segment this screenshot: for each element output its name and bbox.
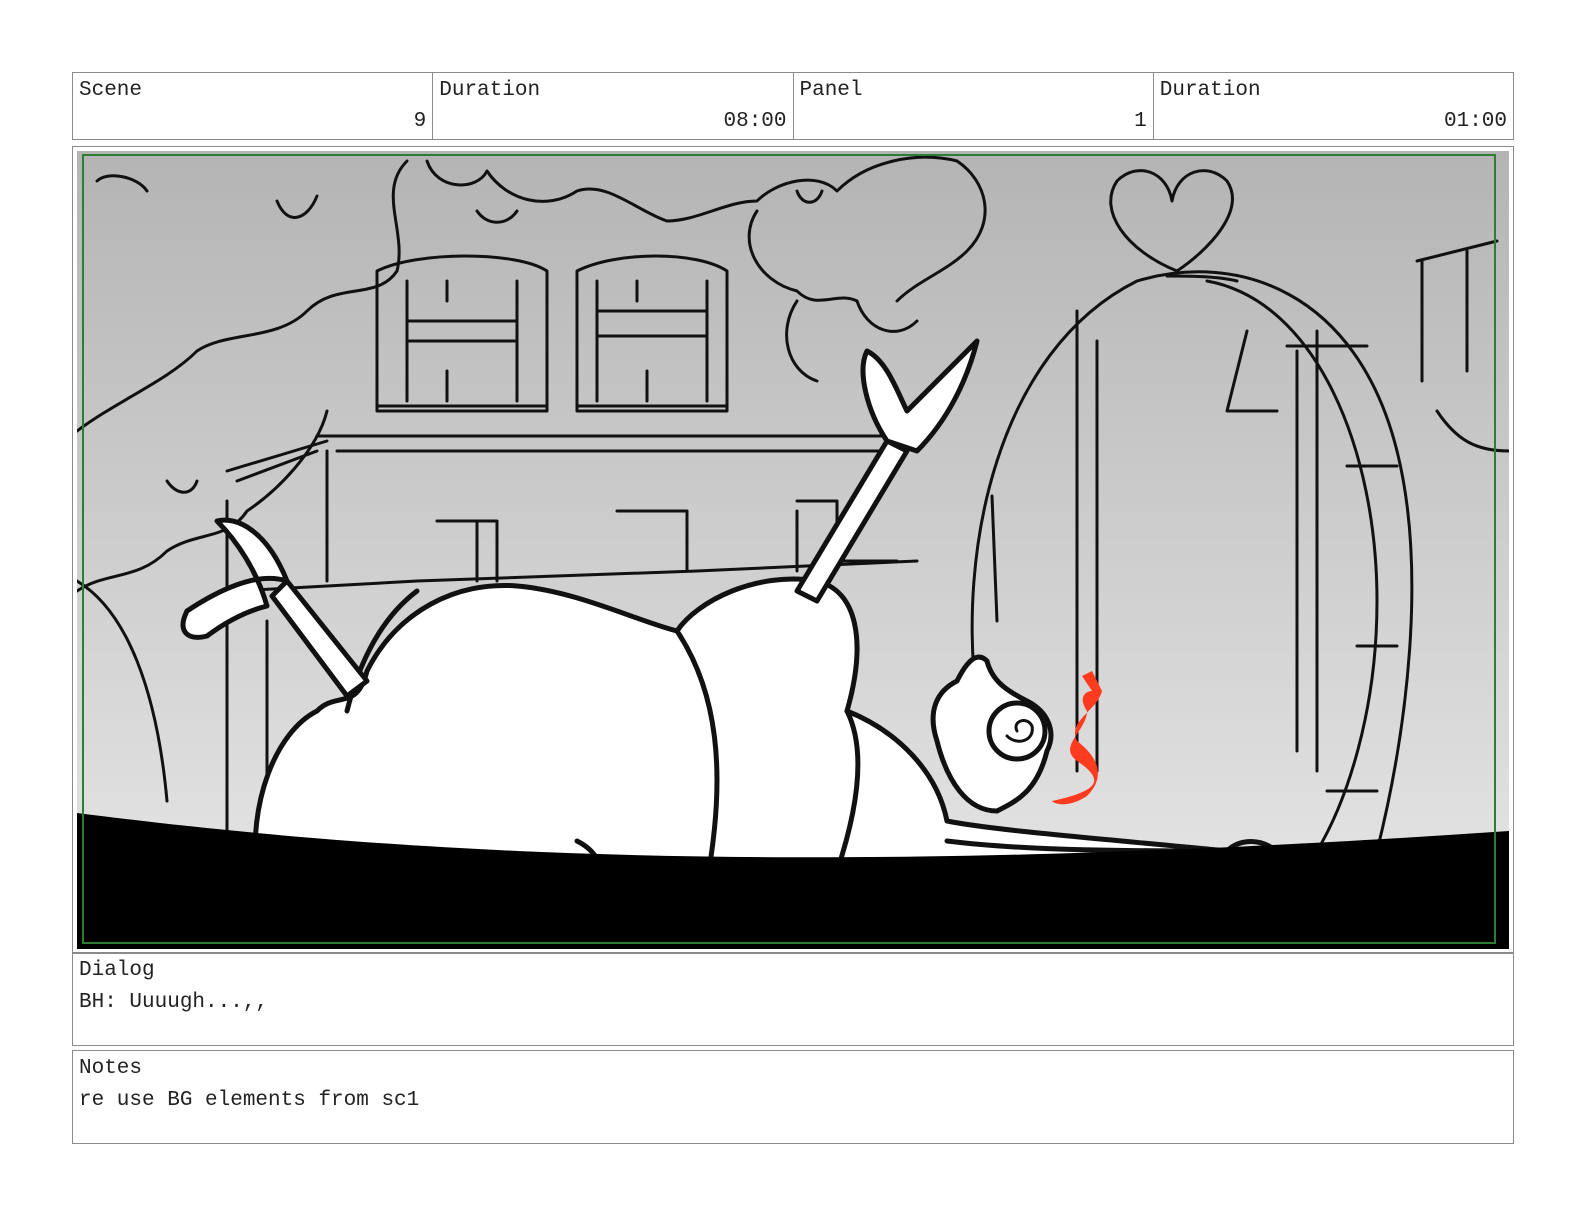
panel-duration-value[interactable]: 01:00 — [1444, 110, 1507, 134]
storyboard-sketch-image — [77, 151, 1509, 949]
scene-number[interactable]: 9 — [414, 110, 427, 134]
scene-duration-value[interactable]: 08:00 — [723, 110, 786, 134]
notes-box[interactable]: Notes re use BG elements from sc1 — [72, 1050, 1514, 1144]
scene-duration-label: Duration — [439, 79, 541, 102]
scene-cell: Scene 9 — [73, 73, 434, 139]
panel-cell: Panel 1 — [794, 73, 1154, 139]
scene-label: Scene — [79, 79, 143, 102]
dialog-text[interactable]: BH: Uuuugh...,, — [79, 991, 268, 1015]
panel-info-header: Scene 9 Duration 08:00 Panel 1 Duration … — [72, 72, 1514, 140]
dialog-label: Dialog — [79, 959, 155, 982]
panel-duration-cell: Duration 01:00 — [1154, 73, 1513, 139]
panel-duration-label: Duration — [1159, 79, 1261, 102]
notes-text[interactable]: re use BG elements from sc1 — [79, 1089, 419, 1113]
notes-label: Notes — [79, 1057, 143, 1080]
storyboard-panel[interactable] — [72, 146, 1514, 954]
panel-number[interactable]: 1 — [1134, 110, 1147, 134]
panel-label: Panel — [799, 79, 863, 102]
dialog-box[interactable]: Dialog BH: Uuuugh...,, — [72, 952, 1514, 1046]
scene-duration-cell: Duration 08:00 — [433, 73, 794, 139]
